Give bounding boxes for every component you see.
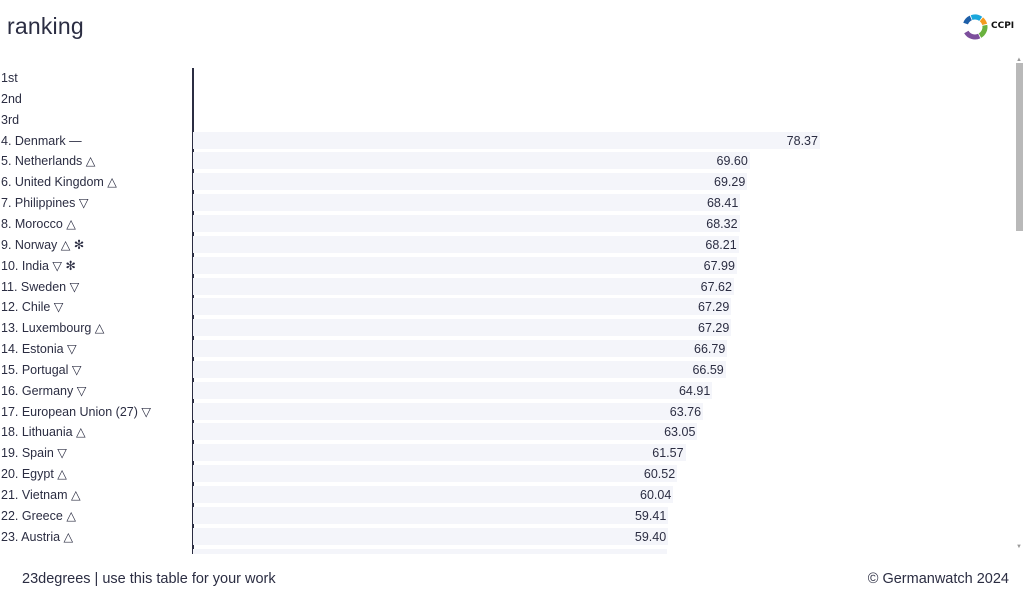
bar-value-label: 66.59 — [692, 362, 724, 377]
row-label: 18. Lithuania △ — [1, 425, 86, 440]
bar-value-label: 68.21 — [705, 237, 737, 252]
row-label: 2nd — [1, 91, 22, 106]
bar-value-label: 60.04 — [640, 488, 672, 502]
bar[interactable] — [193, 527, 669, 545]
row-label: 12. Chile ▽ — [1, 300, 64, 315]
bar-value-label: 67.62 — [700, 279, 732, 294]
bar[interactable] — [193, 256, 737, 274]
row-label: 14. Estonia ▽ — [1, 342, 77, 357]
bar-value-label: 63.76 — [669, 404, 702, 419]
footer-copyright: © Germanwatch 2024 — [867, 571, 1009, 587]
row-label: 15. Portugal ▽ — [1, 362, 82, 377]
bar[interactable] — [193, 486, 674, 503]
bar[interactable] — [193, 277, 734, 295]
bar[interactable] — [193, 194, 741, 212]
row-label: 23. Austria △ — [1, 529, 74, 544]
row-label: 5. Netherlands △ — [1, 154, 96, 169]
bar[interactable] — [193, 131, 820, 149]
row-label: 7. Philippines ▽ — [1, 196, 89, 211]
row-label: 16. Germany ▽ — [1, 383, 87, 398]
bar-value-label: 61.57 — [652, 446, 684, 461]
bar-value-label: 68.32 — [706, 216, 738, 231]
bar[interactable] — [193, 214, 740, 232]
bar[interactable] — [193, 506, 669, 524]
row-label: 6. United Kingdom △ — [1, 175, 117, 190]
bar[interactable] — [193, 423, 698, 441]
bar-value-label: 69.60 — [716, 154, 748, 169]
row-label: 20. Egypt △ — [1, 467, 67, 482]
logo-text: CCPI — [991, 21, 1015, 31]
row-label: 3rd — [1, 112, 20, 127]
row-label: 9. Norway △ ✻ — [1, 237, 85, 252]
bar[interactable] — [193, 360, 726, 378]
bar-partial — [193, 548, 668, 554]
bar-value-label: 67.29 — [698, 300, 730, 315]
bar[interactable] — [193, 235, 739, 253]
ranking-chart: 1st 2nd 3rd 4. Denmark — 78.37 5. Netherlands… — [0, 60, 1012, 554]
bar[interactable] — [193, 444, 686, 462]
row-label: 22. Greece △ — [1, 508, 76, 523]
row-label: 21. Vietnam △ — [1, 488, 81, 502]
ccpi-ring-icon — [963, 14, 988, 40]
bar-value-label: 64.91 — [678, 383, 711, 398]
bar-value-label: 59.40 — [634, 529, 667, 544]
bar[interactable] — [193, 381, 713, 399]
row-label: 1st — [1, 71, 18, 85]
bar-value-label: 59.41 — [634, 508, 667, 523]
bar[interactable] — [193, 152, 750, 170]
row-label: 19. Spain ▽ — [1, 446, 67, 461]
row-label: 13. Luxembourg △ — [1, 321, 105, 336]
logo-segment-orange — [979, 17, 988, 26]
row-label: 11. Sweden ▽ — [1, 279, 80, 294]
scroll-down-arrow-icon[interactable]: ▼ — [1016, 544, 1022, 550]
scrollbar-thumb[interactable] — [1016, 63, 1023, 231]
row-label: 17. European Union (27) ▽ — [1, 404, 151, 419]
row-label: 4. Denmark — — [1, 133, 82, 148]
logo-segment-green — [978, 24, 988, 38]
logo-segment-dark-blue — [963, 15, 973, 25]
row-label: 10. India ▽ ✻ — [1, 258, 76, 273]
bar-value-label: 63.05 — [664, 425, 696, 440]
bar[interactable] — [193, 340, 728, 358]
bar[interactable] — [193, 465, 678, 483]
bar-value-label: 67.99 — [703, 258, 735, 273]
row-label: 8. Morocco △ — [1, 216, 76, 231]
footer-credit-link[interactable]: 23degrees | use this table for your work — [22, 571, 276, 587]
bar-value-label: 66.79 — [694, 342, 726, 357]
bar-value-label: 67.29 — [698, 321, 730, 336]
ccpi-logo[interactable]: CCPI — [962, 11, 1014, 41]
bar[interactable] — [193, 173, 748, 191]
page-title: ranking — [7, 13, 84, 39]
bar[interactable] — [193, 319, 732, 337]
bar-value-label: 68.41 — [706, 196, 739, 211]
bar-value-label: 78.37 — [786, 133, 818, 148]
bar-value-label: 60.52 — [643, 467, 676, 482]
bar[interactable] — [193, 298, 732, 316]
logo-segment-light-blue — [970, 14, 983, 22]
bar-value-label: 69.29 — [714, 175, 746, 190]
bar[interactable] — [193, 402, 704, 420]
logo-segment-purple — [964, 30, 981, 40]
